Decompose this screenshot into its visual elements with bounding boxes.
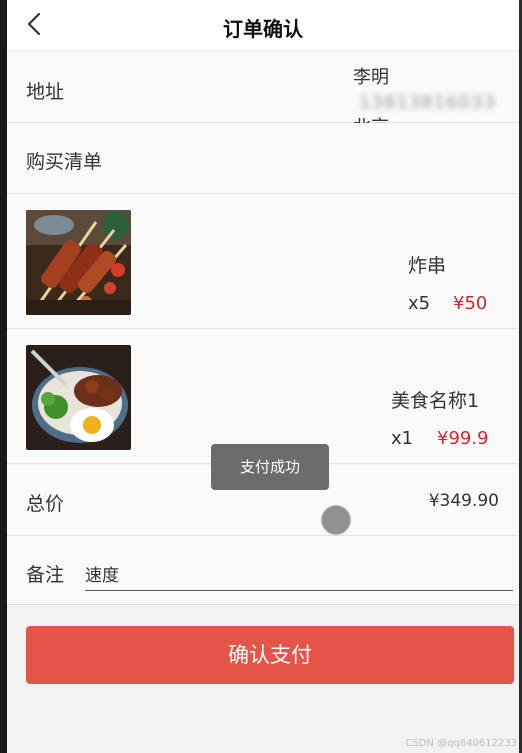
payment-success-toast: 支付成功 — [211, 444, 329, 490]
item-name: 炸串 — [408, 255, 447, 277]
item-quantity: x1 — [391, 428, 414, 449]
item-price: ¥99.9 — [437, 428, 489, 449]
item-quantity: x5 — [408, 293, 431, 314]
purchase-list-label: 购买清单 — [26, 151, 103, 173]
remark-input[interactable] — [85, 556, 513, 591]
watermark: CSDN @qq840612233 — [405, 738, 517, 749]
recipient-phone: 13813816033 — [359, 92, 496, 113]
total-value: ¥349.90 — [428, 491, 499, 511]
left-edge — [0, 0, 7, 753]
total-label: 总价 — [26, 493, 65, 515]
recipient-name: 李明 — [353, 67, 389, 88]
remark-label: 备注 — [26, 564, 65, 586]
confirm-payment-button[interactable]: 确认支付 — [26, 626, 514, 684]
remark-row: 备注 — [7, 536, 519, 605]
page-title: 订单确认 — [223, 17, 303, 41]
touch-cursor-indicator — [321, 505, 351, 535]
address-label: 地址 — [26, 81, 65, 103]
item-price: ¥50 — [453, 293, 488, 314]
header-bar: 订单确认 — [7, 0, 519, 50]
list-item[interactable]: 炸串 x5 ¥50 — [7, 194, 519, 329]
rice-bowl-image — [26, 345, 131, 450]
item-name: 美食名称1 — [391, 390, 480, 412]
kebab-skewers-image — [26, 210, 131, 315]
purchase-list-header: 购买清单 — [7, 123, 519, 194]
address-row[interactable]: 地址 李明13813816033 北京 — [7, 52, 519, 138]
